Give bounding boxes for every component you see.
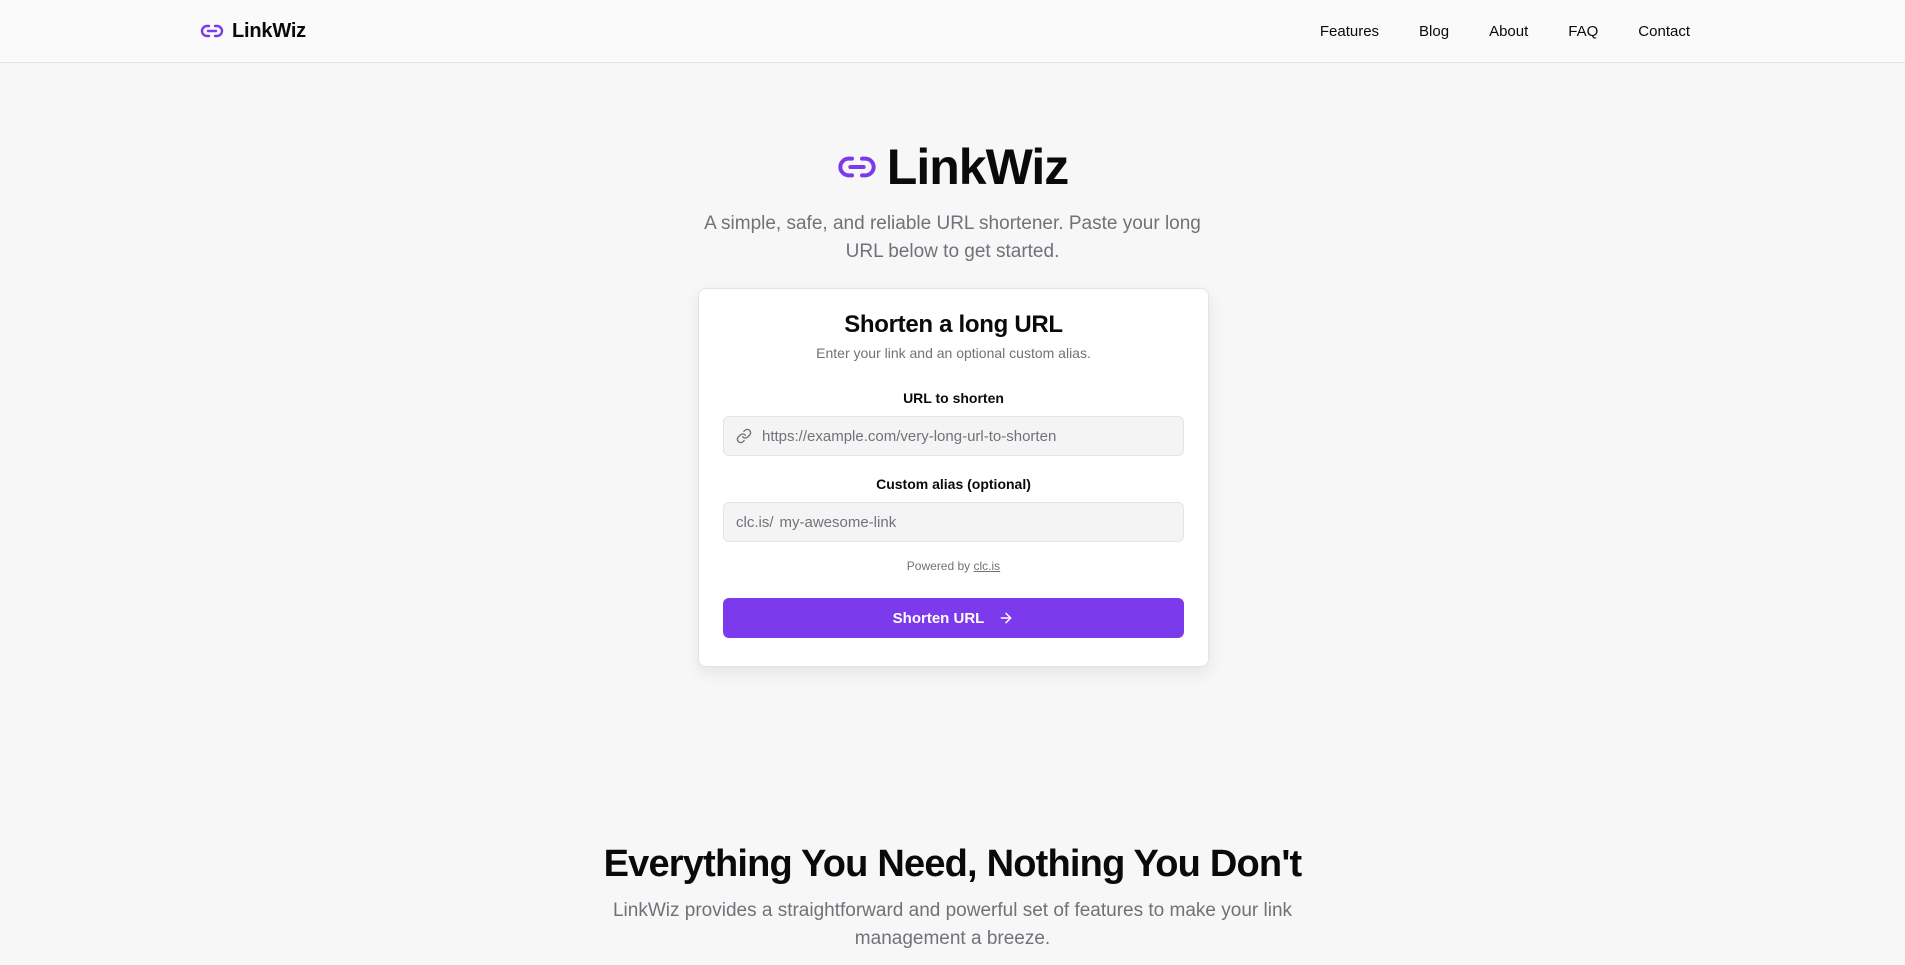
brand-logo-link[interactable]: LinkWiz xyxy=(200,19,306,43)
hero-section: LinkWiz A simple, safe, and reliable URL… xyxy=(0,138,1905,266)
arrow-right-icon xyxy=(1000,612,1012,624)
nav-link-contact[interactable]: Contact xyxy=(1638,23,1690,40)
shorten-url-button[interactable]: Shorten URL xyxy=(723,598,1184,638)
shorten-url-button-label: Shorten URL xyxy=(892,609,985,627)
brand-name: LinkWiz xyxy=(232,19,306,42)
navbar-inner: LinkWiz Features Blog About FAQ Contact xyxy=(200,0,1690,62)
card-description: Enter your link and an optional custom a… xyxy=(816,345,1091,361)
nav-link-about[interactable]: About xyxy=(1489,23,1528,40)
powered-by-text: Powered by clc.is xyxy=(723,559,1184,573)
link-icon xyxy=(838,156,876,178)
hero-subtitle: A simple, safe, and reliable URL shorten… xyxy=(704,213,1201,262)
alias-input[interactable] xyxy=(779,503,1171,541)
navbar: LinkWiz Features Blog About FAQ Contact xyxy=(0,0,1905,63)
url-label: URL to shorten xyxy=(903,390,1004,406)
alias-input-wrapper: clc.is/ xyxy=(723,502,1184,542)
features-title: Everything You Need, Nothing You Don't xyxy=(603,843,1303,885)
powered-by-label: Powered by xyxy=(906,559,971,573)
nav-link-faq[interactable]: FAQ xyxy=(1568,23,1598,40)
url-input[interactable] xyxy=(762,417,1171,455)
link-icon xyxy=(736,428,752,444)
url-input-wrapper xyxy=(723,416,1184,456)
link-icon xyxy=(200,24,224,38)
nav-links: Features Blog About FAQ Contact xyxy=(1320,23,1690,40)
powered-by-link[interactable]: clc.is xyxy=(974,559,1001,573)
nav-link-blog[interactable]: Blog xyxy=(1419,23,1449,40)
card-title: Shorten a long URL xyxy=(844,311,1063,338)
nav-link-features[interactable]: Features xyxy=(1320,23,1379,40)
shorten-card: Shorten a long URL Enter your link and a… xyxy=(698,288,1209,667)
features-section: Everything You Need, Nothing You Don't L… xyxy=(0,841,1905,953)
hero-title-row: LinkWiz xyxy=(837,138,1069,196)
features-subtitle: LinkWiz provides a straightforward and p… xyxy=(612,900,1293,949)
alias-prefix: clc.is/ xyxy=(736,513,774,531)
hero-title: LinkWiz xyxy=(886,139,1069,195)
alias-label: Custom alias (optional) xyxy=(876,476,1031,492)
